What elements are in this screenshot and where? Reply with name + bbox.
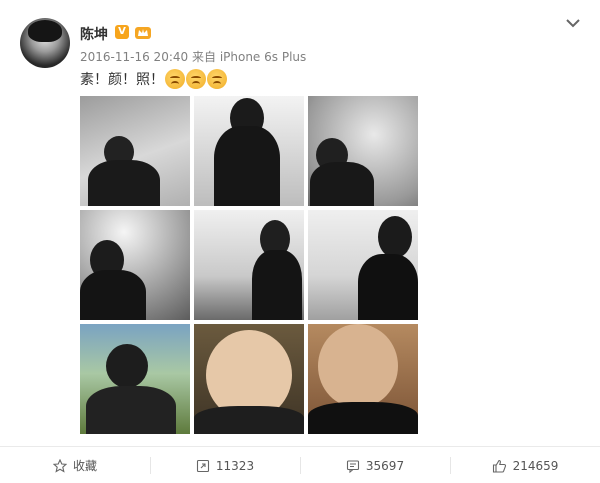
comment-button[interactable]: 35697 <box>300 447 450 483</box>
repost-count: 11323 <box>215 458 255 473</box>
photo-3[interactable] <box>308 96 418 206</box>
weary-face-emoji-icon <box>186 69 206 89</box>
repost-button[interactable]: 11323 <box>150 447 300 483</box>
photo-5[interactable] <box>194 210 304 320</box>
weibo-post-card: 陈坤 V 2016-11-16 20:40 来自 iPhone 6s Plus … <box>0 0 600 483</box>
comment-icon <box>346 459 359 473</box>
repost-icon <box>196 459 209 472</box>
thumbs-up-icon <box>492 459 506 473</box>
action-bar: 收藏 11323 35697 214659 <box>0 446 600 483</box>
chevron-down-icon[interactable] <box>565 17 581 29</box>
photo-7[interactable] <box>80 324 190 434</box>
verified-badge-icon: V <box>115 25 129 39</box>
photo-9[interactable] <box>308 324 418 434</box>
post-text: 素！颜！照！ <box>80 68 227 90</box>
weary-face-emoji-icon <box>207 69 227 89</box>
post-timestamp[interactable]: 2016-11-16 20:40 <box>80 50 188 64</box>
source-device: iPhone 6s Plus <box>219 50 307 64</box>
avatar[interactable] <box>20 18 70 68</box>
star-icon <box>52 458 67 473</box>
post-text-content: 素！颜！照！ <box>80 72 164 88</box>
like-count: 214659 <box>512 458 559 473</box>
post-meta: 2016-11-16 20:40 来自 iPhone 6s Plus <box>80 48 306 65</box>
source-prefix: 来自 <box>191 50 216 64</box>
comment-count: 35697 <box>365 458 405 473</box>
photo-1[interactable] <box>80 96 190 206</box>
favorite-button[interactable]: 收藏 <box>0 447 150 483</box>
username[interactable]: 陈坤 <box>80 24 108 44</box>
like-button[interactable]: 214659 <box>450 447 600 483</box>
photo-4[interactable] <box>80 210 190 320</box>
weary-face-emoji-icon <box>165 69 185 89</box>
photo-6[interactable] <box>308 210 418 320</box>
photo-8[interactable] <box>194 324 304 434</box>
photo-2[interactable] <box>194 96 304 206</box>
favorite-label: 收藏 <box>72 459 97 473</box>
member-crown-icon[interactable] <box>134 24 152 40</box>
